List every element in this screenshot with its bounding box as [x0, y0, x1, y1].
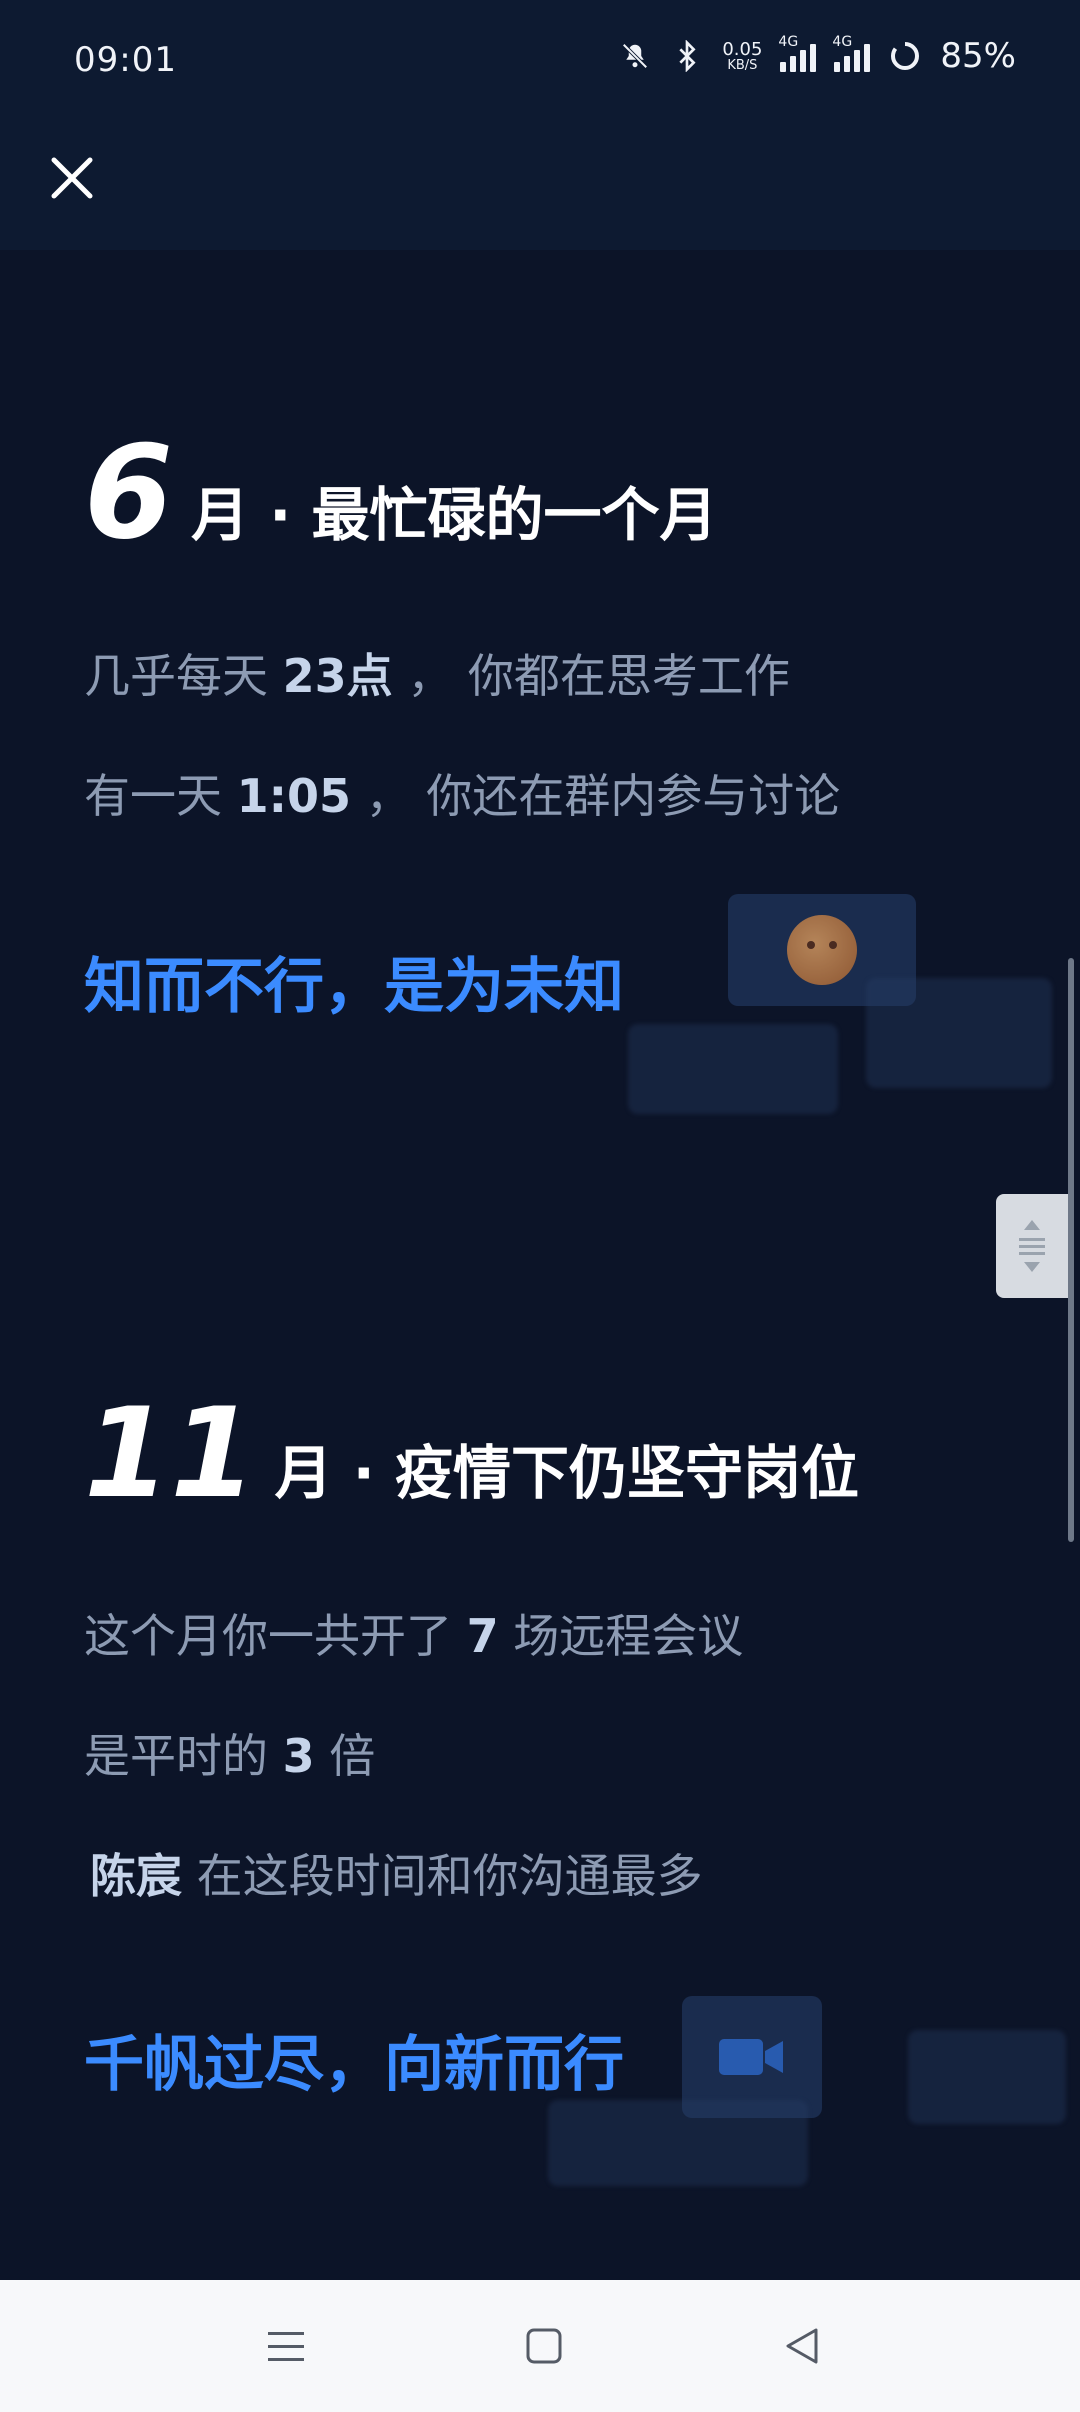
november-line-1: 这个月你一共开了 7 场远程会议	[84, 1600, 743, 1666]
emoji-icon	[787, 915, 857, 985]
june-headline: 6 月 · 最忙碌的一个月	[84, 430, 717, 558]
november-line-2-suffix: 倍	[329, 1729, 376, 1783]
network-type-2: 4G	[832, 34, 853, 50]
back-button[interactable]	[762, 2306, 842, 2386]
mute-icon	[618, 39, 652, 73]
video-camera-icon	[719, 2039, 783, 2075]
november-line-2-text: 是平时的	[84, 1729, 268, 1783]
june-month-number: 6	[84, 419, 174, 568]
june-title: 月 · 最忙碌的一个月	[191, 481, 718, 549]
june-line-1: 几乎每天 23点 ， 你都在思考工作	[84, 640, 790, 706]
scrollbar-track[interactable]	[1068, 958, 1074, 1542]
november-line-2: 是平时的 3 倍	[84, 1720, 375, 1786]
blurred-card	[628, 1024, 838, 1114]
november-line-1-text: 这个月你一共开了	[84, 1609, 452, 1663]
battery-icon	[888, 39, 922, 73]
november-line-3: 陈宸 在这段时间和你沟通最多	[90, 1840, 703, 1906]
home-icon	[526, 2328, 562, 2364]
november-line-1-value: 7	[466, 1609, 499, 1663]
signal-icon-2: 4G	[832, 34, 871, 72]
navigation-bar	[0, 2280, 1080, 2412]
november-line-3-text: 在这段时间和你沟通最多	[196, 1849, 703, 1903]
battery-level: 85%	[940, 36, 1016, 76]
screen: 09:01 0.05 KB/S 4G 4G 85% 6 月 · 最忙碌的一个月 …	[0, 0, 1080, 2412]
november-section: 11 月 · 疫情下仍坚守岗位	[84, 1392, 859, 1516]
status-icons: 0.05 KB/S 4G 4G 85%	[618, 34, 1016, 76]
november-line-2-value: 3	[282, 1729, 315, 1783]
speed-unit: KB/S	[727, 57, 758, 73]
june-slogan: 知而不行，是为未知	[84, 952, 624, 1022]
status-time: 09:01	[74, 40, 177, 80]
speed-value: 0.05	[722, 38, 763, 60]
november-slogan: 千帆过尽，向新而行	[84, 2030, 624, 2100]
fast-scroll-handle[interactable]	[996, 1194, 1068, 1298]
june-line-2-value: 1:05	[236, 769, 352, 823]
menu-icon	[268, 2332, 304, 2361]
blurred-card	[548, 2100, 808, 2186]
november-line-1-suffix: 场远程会议	[513, 1609, 744, 1663]
november-month-number: 11	[84, 1382, 257, 1526]
network-speed: 0.05 KB/S	[722, 38, 763, 73]
bluetooth-icon	[670, 39, 704, 73]
blurred-card	[908, 2030, 1066, 2124]
signal-icon-1: 4G	[778, 34, 817, 72]
june-line-2-text: 有一天	[84, 769, 222, 823]
top-bar: 09:01 0.05 KB/S 4G 4G 85%	[0, 0, 1080, 250]
november-headline: 11 月 · 疫情下仍坚守岗位	[84, 1392, 859, 1516]
close-icon	[51, 157, 93, 199]
june-line-1-value: 23点	[282, 649, 393, 703]
back-icon	[786, 2328, 818, 2364]
november-title: 月 · 疫情下仍坚守岗位	[274, 1439, 859, 1507]
june-line-2-suffix: ， 你还在群内参与讨论	[365, 769, 841, 823]
close-button[interactable]	[44, 150, 100, 206]
contact-name: 陈宸	[90, 1849, 182, 1903]
drag-handle-icon	[1019, 1220, 1045, 1272]
home-button[interactable]	[504, 2306, 584, 2386]
june-line-2: 有一天 1:05 ， 你还在群内参与讨论	[84, 760, 840, 826]
blurred-card	[866, 978, 1052, 1088]
june-line-1-suffix: ， 你都在思考工作	[407, 649, 790, 703]
network-type-1: 4G	[778, 34, 799, 50]
menu-button[interactable]	[246, 2306, 326, 2386]
june-line-1-text: 几乎每天	[84, 649, 268, 703]
june-section: 6 月 · 最忙碌的一个月	[84, 430, 717, 558]
